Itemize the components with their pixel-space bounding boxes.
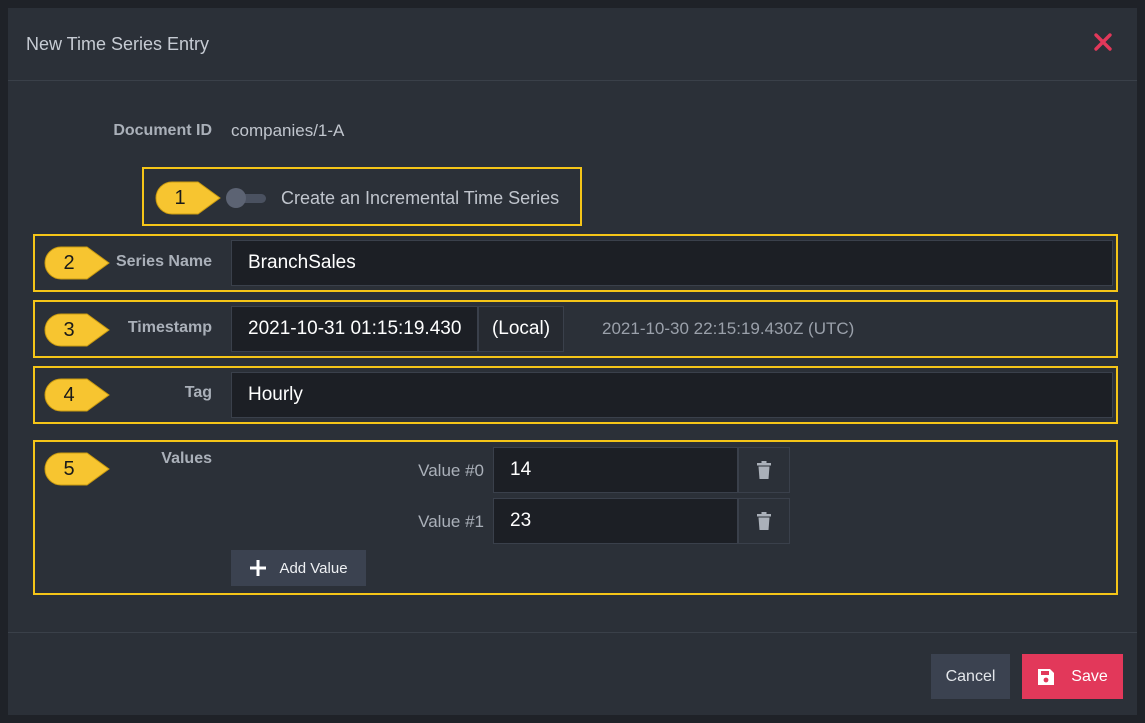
timestamp-utc: 2021-10-30 22:15:19.430Z (UTC) xyxy=(602,319,855,338)
callout-4: 4 xyxy=(43,377,113,413)
save-button[interactable]: Save xyxy=(1022,654,1123,699)
add-value-label: Add Value xyxy=(279,559,348,577)
callout-5-number: 5 xyxy=(63,458,75,480)
callout-2-number: 2 xyxy=(63,252,75,274)
floppy-disk-icon xyxy=(1038,668,1055,685)
footer-divider xyxy=(8,632,1137,633)
callout-2: 2 xyxy=(43,245,113,281)
delete-value-0-button[interactable] xyxy=(738,447,790,493)
dialog-title: New Time Series Entry xyxy=(26,34,210,54)
document-id-value: companies/1-A xyxy=(231,121,345,140)
dialog-header: New Time Series Entry xyxy=(8,8,1137,81)
callout-4-number: 4 xyxy=(63,384,75,406)
value-0-label: Value #0 xyxy=(418,461,484,480)
toggle-knob xyxy=(226,188,246,208)
close-icon[interactable] xyxy=(1091,30,1115,54)
callout-3-number: 3 xyxy=(63,319,75,341)
value-1-label: Value #1 xyxy=(418,512,484,531)
trash-icon xyxy=(757,512,771,530)
callout-3: 3 xyxy=(43,312,113,348)
trash-icon xyxy=(757,461,771,479)
value-0-input[interactable] xyxy=(493,447,738,493)
tag-input[interactable] xyxy=(231,372,1113,418)
incremental-label: Create an Incremental Time Series xyxy=(281,188,560,208)
timestamp-input[interactable] xyxy=(231,306,478,352)
timezone-addon[interactable]: (Local) xyxy=(478,306,564,352)
add-value-button[interactable]: Add Value xyxy=(231,550,366,586)
callout-1: 1 xyxy=(154,180,224,216)
plus-icon xyxy=(250,560,267,576)
save-label: Save xyxy=(1071,667,1108,685)
value-1-input[interactable] xyxy=(493,498,738,544)
new-time-series-dialog: New Time Series Entry Document ID compan… xyxy=(8,8,1137,715)
series-name-input[interactable] xyxy=(231,240,1113,286)
callout-5: 5 xyxy=(43,451,113,487)
callout-1-number: 1 xyxy=(174,187,186,209)
cancel-button[interactable]: Cancel xyxy=(931,654,1010,699)
document-id-label: Document ID xyxy=(113,122,212,139)
incremental-toggle[interactable] xyxy=(226,188,268,208)
delete-value-1-button[interactable] xyxy=(738,498,790,544)
